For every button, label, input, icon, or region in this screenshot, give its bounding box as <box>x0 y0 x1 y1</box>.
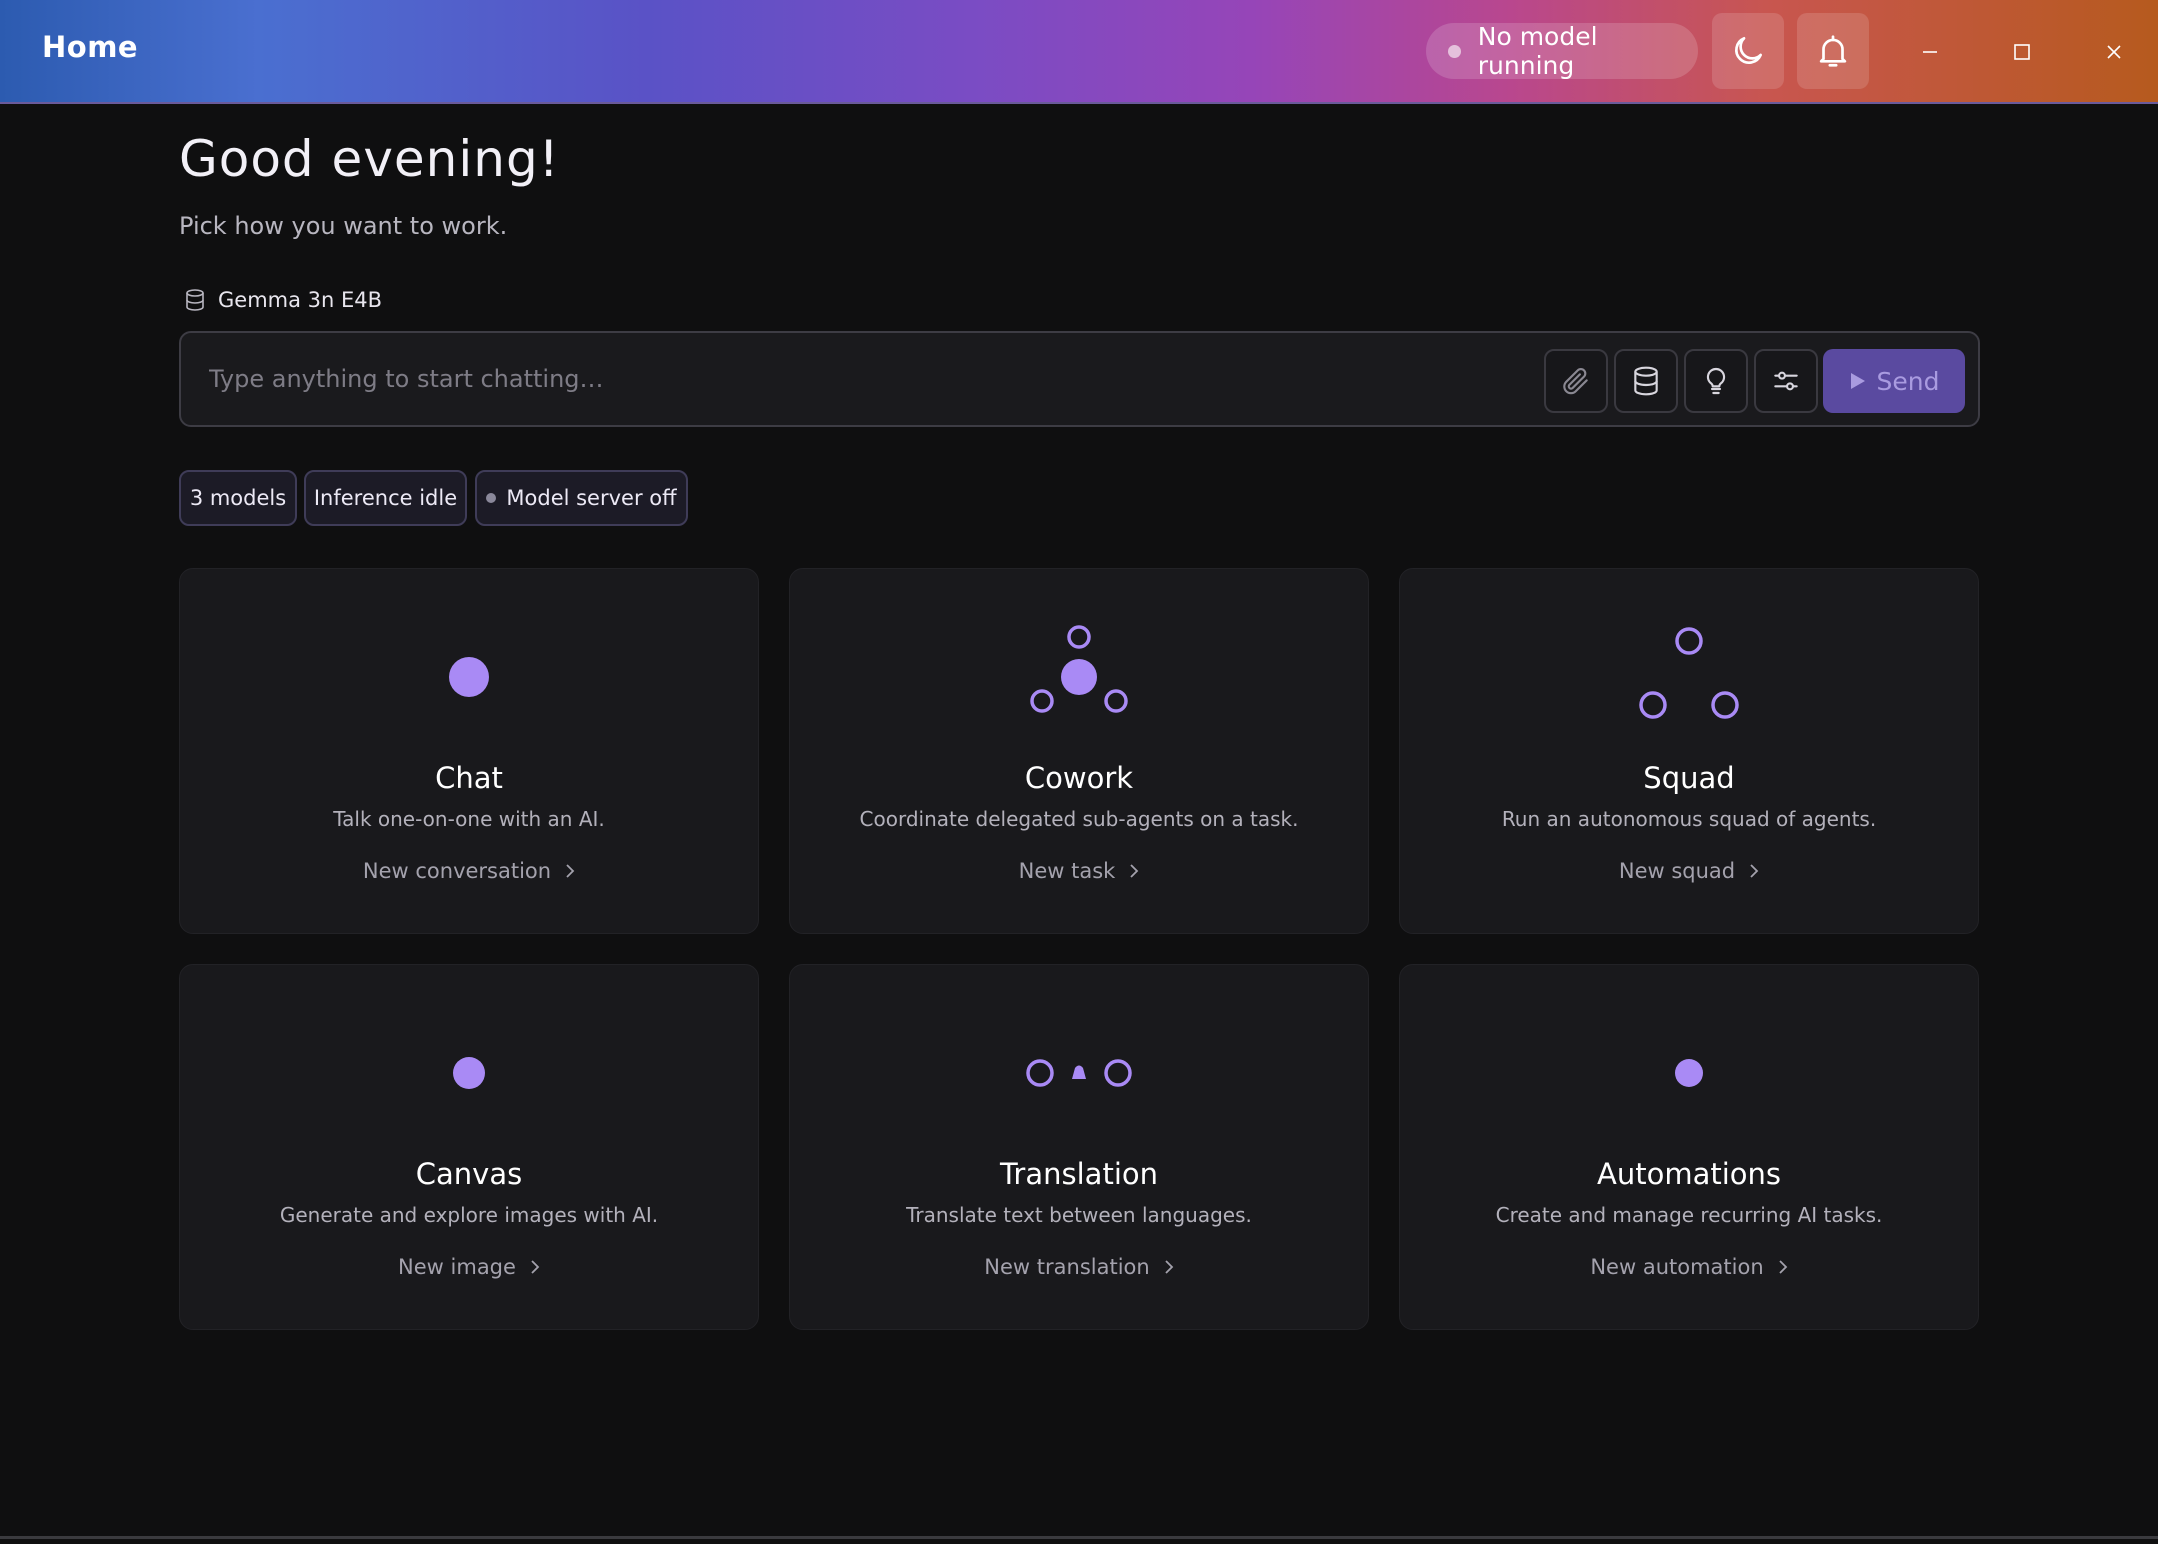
card-title: Squad <box>1643 761 1735 795</box>
minimize-button[interactable] <box>1900 22 1960 82</box>
maximize-icon <box>2014 44 2030 60</box>
chip-label: Inference idle <box>313 486 458 510</box>
card-title: Cowork <box>1024 761 1134 795</box>
model-status-pill[interactable]: No model running <box>1426 22 1698 80</box>
card-title: Canvas <box>415 1157 523 1191</box>
window-title: Home <box>42 30 139 64</box>
card-canvas[interactable]: Canvas Generate and explore images with … <box>179 964 759 1330</box>
close-button[interactable] <box>2084 22 2144 82</box>
card-squad[interactable]: Squad Run an autonomous squad of agents.… <box>1399 568 1979 934</box>
card-automations[interactable]: Automations Create and manage recurring … <box>1399 964 1979 1330</box>
lightbulb-icon <box>1706 367 1726 395</box>
sliders-icon <box>1774 371 1798 391</box>
chevron-right-icon <box>566 864 575 878</box>
status-dot <box>1448 44 1461 58</box>
card-cowork[interactable]: Cowork Coordinate delegated sub-agents o… <box>789 568 1369 934</box>
new-translation-link[interactable]: New translation <box>790 1255 1368 1279</box>
card-chat[interactable]: Chat Talk one-on-one with an AI. New con… <box>179 568 759 934</box>
send-button[interactable]: Send <box>1823 349 1965 413</box>
card-description: Coordinate delegated sub-agents on a tas… <box>859 807 1299 831</box>
new-squad-link[interactable]: New squad <box>1400 859 1978 883</box>
database-icon <box>186 289 204 311</box>
chevron-right-icon <box>531 1260 540 1274</box>
bottom-divider <box>0 1536 2158 1539</box>
bell-icon <box>1819 35 1847 67</box>
chat-input[interactable] <box>209 355 1529 403</box>
ideas-button[interactable] <box>1684 349 1748 413</box>
theme-toggle-button[interactable] <box>1712 13 1784 89</box>
card-translation[interactable]: Translation Translate text between langu… <box>789 964 1369 1330</box>
card-description: Create and manage recurring AI tasks. <box>1495 1203 1883 1227</box>
model-selector[interactable]: Gemma 3n E4B <box>184 288 382 312</box>
notifications-button[interactable] <box>1797 13 1869 89</box>
card-title: Chat <box>435 761 503 795</box>
attach-button[interactable] <box>1544 349 1608 413</box>
chevron-right-icon <box>1750 864 1759 878</box>
chevron-right-icon <box>1130 864 1139 878</box>
model-status-text: No model running <box>1477 22 1598 80</box>
title-bar: Home No model running <box>0 0 2158 104</box>
new-automation-link[interactable]: New automation <box>1400 1255 1978 1279</box>
settings-button[interactable] <box>1754 349 1818 413</box>
page-greeting: Good evening! <box>179 130 560 188</box>
card-description: Run an autonomous squad of agents. <box>1501 807 1877 831</box>
page-subtitle: Pick how you want to work. <box>179 212 508 240</box>
new-conversation-link[interactable]: New conversation <box>180 859 758 883</box>
model-server-chip[interactable]: Model server off <box>475 470 688 526</box>
chip-label: Model server off <box>506 486 677 510</box>
card-description: Generate and explore images with AI. <box>279 1203 659 1227</box>
play-icon <box>1850 373 1865 389</box>
chevron-right-icon <box>1779 1260 1787 1274</box>
server-status-dot <box>486 493 497 503</box>
card-title: Automations <box>1596 1157 1781 1191</box>
squad-icon <box>1400 609 1978 729</box>
minimize-icon <box>1923 51 1937 53</box>
card-description: Translate text between languages. <box>906 1203 1252 1227</box>
inference-status-chip[interactable]: Inference idle <box>304 470 467 526</box>
new-task-link[interactable]: New task <box>790 859 1368 883</box>
maximize-button[interactable] <box>1992 22 2052 82</box>
database-icon <box>1634 366 1658 396</box>
card-description: Talk one-on-one with an AI. <box>333 807 605 831</box>
canvas-icon <box>180 1005 758 1125</box>
send-label: Send <box>1876 366 1940 396</box>
moon-icon <box>1735 36 1763 64</box>
paperclip-icon <box>1563 367 1588 395</box>
close-icon <box>2107 45 2121 59</box>
new-image-link[interactable]: New image <box>180 1255 758 1279</box>
translation-icon <box>790 1005 1368 1125</box>
model-name: Gemma 3n E4B <box>218 288 383 312</box>
knowledge-button[interactable] <box>1614 349 1678 413</box>
chat-icon <box>180 609 758 729</box>
models-count-chip[interactable]: 3 models <box>179 470 297 526</box>
chat-composer: Send <box>179 331 1980 427</box>
chevron-right-icon <box>1165 1260 1173 1274</box>
chip-label: 3 models <box>189 486 287 510</box>
cowork-icon <box>790 609 1368 729</box>
card-title: Translation <box>999 1157 1158 1191</box>
automations-icon <box>1400 1005 1978 1125</box>
